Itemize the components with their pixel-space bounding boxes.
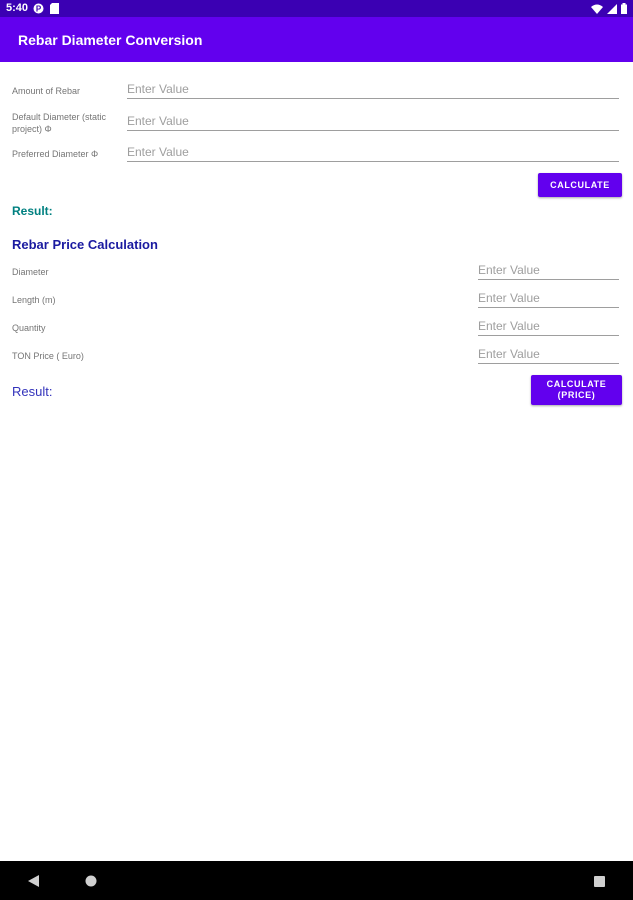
calculate-button[interactable]: CALCULATE: [538, 173, 622, 197]
price-section-title: Rebar Price Calculation: [12, 237, 158, 252]
preferred-diameter-input[interactable]: [127, 144, 619, 162]
default-diameter-input[interactable]: [127, 113, 619, 131]
preferred-diameter-underline: [127, 161, 619, 162]
length-label: Length (m): [12, 295, 56, 305]
amount-of-rebar-label: Amount of Rebar: [12, 86, 81, 96]
quantity-input[interactable]: [478, 318, 619, 336]
default-diameter-label: Default Diameter (static project) Φ: [12, 112, 107, 134]
wifi-icon: [591, 4, 603, 14]
length-underline: [478, 307, 619, 308]
quantity-label: Quantity: [12, 323, 46, 333]
amount-of-rebar-underline: [127, 98, 619, 99]
battery-icon: [621, 3, 627, 14]
ton-price-input[interactable]: [478, 346, 619, 364]
app-bar: Rebar Diameter Conversion: [0, 17, 633, 62]
price-result-label: Result:: [12, 384, 53, 399]
navigation-bar: [0, 861, 633, 900]
quantity-underline: [478, 335, 619, 336]
diameter-underline: [478, 279, 619, 280]
svg-text:P: P: [36, 5, 42, 14]
app-title: Rebar Diameter Conversion: [18, 32, 203, 48]
sd-card-icon: [50, 3, 59, 14]
default-diameter-underline: [127, 130, 619, 131]
diameter-label: Diameter: [12, 267, 49, 277]
calculate-price-line1: CALCULATE: [546, 379, 607, 389]
diameter-input[interactable]: [478, 262, 619, 280]
signal-icon: [607, 3, 617, 14]
preferred-diameter-label: Preferred Diameter Φ: [12, 149, 99, 159]
recents-icon[interactable]: [594, 876, 605, 887]
back-icon[interactable]: [28, 875, 39, 887]
amount-of-rebar-input[interactable]: [127, 81, 619, 99]
status-bar: 5:40 P: [0, 0, 633, 17]
calculate-price-line2: (PRICE): [557, 390, 596, 400]
calculate-price-button[interactable]: CALCULATE (PRICE): [531, 375, 622, 405]
length-input[interactable]: [478, 290, 619, 308]
home-icon[interactable]: [85, 875, 97, 887]
conversion-result-label: Result:: [12, 204, 53, 218]
ton-price-label: TON Price ( Euro): [12, 351, 84, 361]
notification-p-icon: P: [33, 3, 44, 14]
status-time: 5:40: [6, 2, 29, 14]
ton-price-underline: [478, 363, 619, 364]
